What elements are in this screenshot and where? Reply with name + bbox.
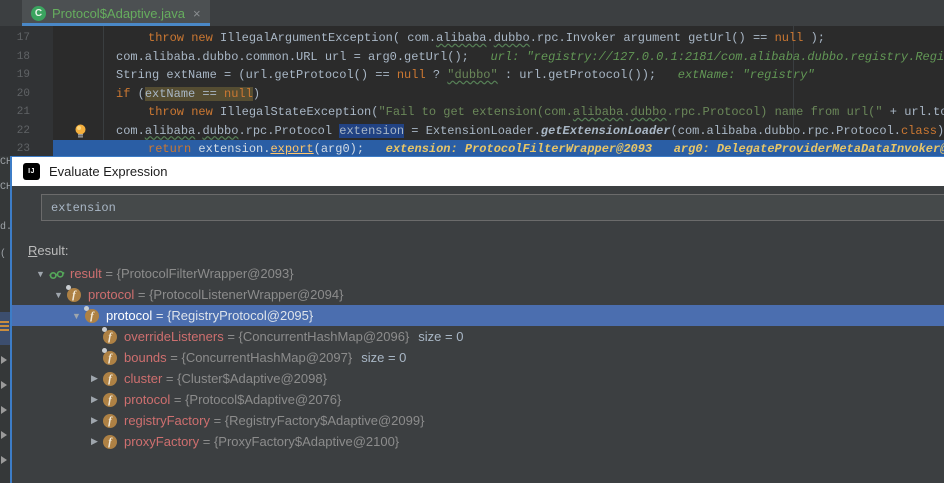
tree-row-overrideListeners[interactable]: f overrideListeners = {ConcurrentHashMap@…: [12, 326, 944, 347]
variable-value: = {ProtocolFilterWrapper@2093}: [101, 266, 294, 281]
field-icon: f: [66, 284, 83, 303]
background-collapsed-arrow-icon: [1, 356, 7, 364]
variable-value: = {ProtocolListenerWrapper@2094}: [134, 287, 344, 302]
tree-collapsed-arrow-icon[interactable]: ▶: [86, 373, 103, 384]
code-text: throw new IllegalArgumentException( com.…: [148, 31, 825, 45]
tree-collapsed-arrow-icon[interactable]: ▶: [86, 415, 103, 426]
field-icon: f: [84, 305, 101, 324]
dialog-title: Evaluate Expression: [49, 164, 168, 179]
tree-row-registryFactory[interactable]: ▶ f registryFactory = {RegistryFactory$Ada…: [12, 410, 944, 431]
field-icon: f: [102, 326, 119, 345]
background-text-fragment: CH: [0, 157, 10, 168]
tab-close-icon[interactable]: ×: [193, 7, 201, 20]
collection-size: size = 0: [418, 329, 464, 344]
background-collapsed-arrow-icon: [1, 406, 7, 414]
background-variables-icon: [0, 321, 9, 333]
variable-value: = {ConcurrentHashMap@2097}: [166, 350, 353, 365]
code-line[interactable]: 21 throw new IllegalStateException("Fail …: [0, 103, 944, 122]
editor-tab-bar: C Protocol$Adaptive.java ×: [0, 0, 944, 26]
tree-expanded-arrow-icon[interactable]: ▼: [68, 311, 85, 321]
variable-name: result: [70, 266, 102, 281]
field-icon: f: [103, 392, 119, 408]
code-line[interactable]: 20 if (extName == null): [0, 85, 944, 104]
tree-row-bounds[interactable]: f bounds = {ConcurrentHashMap@2097} size =…: [12, 347, 944, 368]
tree-row-protocol[interactable]: ▶ f protocol = {Protocol$Adaptive@2076}: [12, 389, 944, 410]
code-text: com.alibaba.dubbo.common.URL url = arg0.…: [116, 49, 944, 64]
tab-protocol-adaptive[interactable]: C Protocol$Adaptive.java ×: [22, 0, 210, 26]
code-line[interactable]: 22 com.alibaba.dubbo.rpc.Protocol extensi…: [0, 122, 944, 141]
tree-row-protocol[interactable]: ▼ f protocol = {RegistryProtocol@2095}: [12, 305, 944, 326]
tab-label: Protocol$Adaptive.java: [52, 5, 185, 21]
variable-name: bounds: [124, 350, 167, 365]
variable-value: = {RegistryProtocol@2095}: [152, 308, 314, 323]
field-icon: f: [102, 347, 119, 366]
variable-value: = {ConcurrentHashMap@2096}: [223, 329, 410, 344]
collection-size: size = 0: [361, 350, 407, 365]
background-window-sliver: CH CH d. (: [0, 156, 10, 483]
background-collapsed-arrow-icon: [1, 431, 7, 439]
variable-name: proxyFactory: [124, 434, 200, 449]
ide-window: C Protocol$Adaptive.java × 17 throw new I…: [0, 0, 944, 483]
variable-name: overrideListeners: [124, 329, 224, 344]
variable-name: registryFactory: [124, 413, 210, 428]
background-text-fragment: CH: [0, 182, 10, 193]
code-editor[interactable]: 17 throw new IllegalArgumentException( co…: [0, 26, 944, 160]
variable-name: protocol: [88, 287, 135, 302]
tree-collapsed-arrow-icon[interactable]: ▶: [86, 436, 103, 447]
tree-expanded-arrow-icon[interactable]: ▼: [50, 290, 67, 300]
tree-row-proxyFactory[interactable]: ▶ f proxyFactory = {ProxyFactory$Adaptive@…: [12, 431, 944, 452]
background-collapsed-arrow-icon: [1, 381, 7, 389]
variable-name: protocol: [124, 392, 171, 407]
code-line[interactable]: 17 throw new IllegalArgumentException( co…: [0, 29, 944, 48]
field-icon: f: [103, 371, 119, 387]
code-text: if (extName == null): [116, 86, 261, 101]
tree-row-cluster[interactable]: ▶ f cluster = {Cluster$Adaptive@2098}: [12, 368, 944, 389]
result-tree: ▼ result = {ProtocolFilterWrapper@2093} ▼ f…: [12, 263, 944, 452]
variable-value: = {ProxyFactory$Adaptive@2100}: [199, 434, 400, 449]
background-text-fragment: (: [0, 249, 7, 260]
field-icon: f: [103, 413, 119, 429]
evaluate-expression-dialog: IJ Evaluate Expression extension Result:…: [10, 156, 944, 483]
result-label: Result:: [28, 243, 69, 258]
variable-name: protocol: [106, 308, 153, 323]
tree-row-protocol[interactable]: ▼ f protocol = {ProtocolListenerWrapper@20…: [12, 284, 944, 305]
code-text: String extName = (url.getProtocol() == n…: [116, 68, 815, 82]
code-text: com.alibaba.dubbo.rpc.Protocol extension…: [116, 123, 944, 138]
expression-input[interactable]: extension: [41, 194, 944, 221]
field-icon: f: [103, 434, 119, 450]
variable-value: = {Cluster$Adaptive@2098}: [162, 371, 327, 386]
evaluate-result-glasses-icon: [49, 266, 65, 282]
tree-expanded-arrow-icon[interactable]: ▼: [32, 269, 49, 279]
variable-value: = {RegistryFactory$Adaptive@2099}: [209, 413, 425, 428]
code-text: throw new IllegalStateException("Fail to…: [148, 105, 944, 119]
code-line[interactable]: 18 com.alibaba.dubbo.common.URL url = arg…: [0, 48, 944, 67]
code-line[interactable]: 19 String extName = (url.getProtocol() ==…: [0, 66, 944, 85]
tree-row-result[interactable]: ▼ result = {ProtocolFilterWrapper@2093}: [12, 263, 944, 284]
tree-collapsed-arrow-icon[interactable]: ▶: [86, 394, 103, 405]
intellij-logo-icon: IJ: [23, 163, 40, 180]
background-text-fragment: d.: [0, 222, 10, 233]
class-icon: C: [31, 5, 46, 21]
variable-value: = {Protocol$Adaptive@2076}: [170, 392, 342, 407]
editor-pane: C Protocol$Adaptive.java × 17 throw new I…: [0, 0, 944, 160]
dialog-title-bar[interactable]: IJ Evaluate Expression: [12, 157, 944, 186]
variable-name: cluster: [124, 371, 163, 386]
background-collapsed-arrow-icon: [1, 456, 7, 464]
